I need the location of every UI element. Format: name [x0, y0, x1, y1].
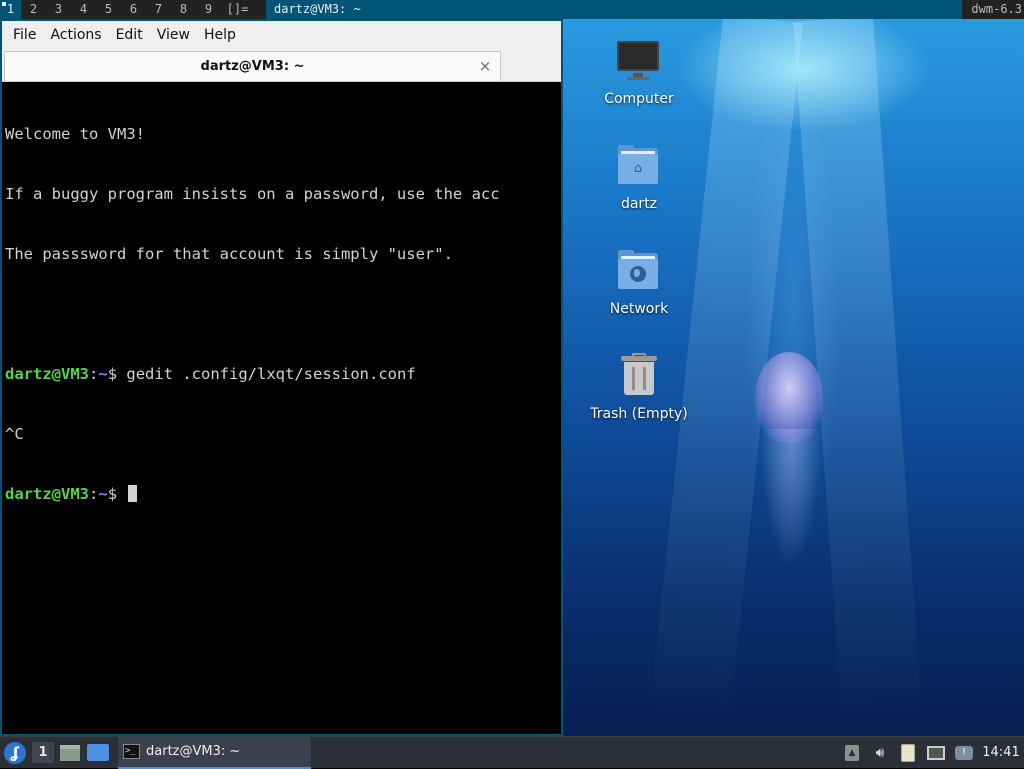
- dwm-layout-symbol[interactable]: []=: [221, 0, 254, 19]
- dwm-tag-2[interactable]: 2: [21, 0, 46, 19]
- tray-notifications[interactable]: !: [950, 737, 978, 769]
- show-desktop-icon: [87, 744, 109, 761]
- dwm-tag-7[interactable]: 7: [146, 0, 171, 19]
- tray-network[interactable]: [922, 737, 950, 769]
- prompt-separator: :: [89, 485, 99, 503]
- volume-icon: 🔊︎: [875, 745, 885, 761]
- tray-volume[interactable]: 🔊︎: [866, 737, 894, 769]
- menu-file[interactable]: File: [6, 21, 43, 49]
- dwm-tag-8[interactable]: 8: [171, 0, 196, 19]
- dwm-tag-9[interactable]: 9: [196, 0, 221, 19]
- terminal-line: ^C: [5, 425, 24, 443]
- taskbar-task-terminal[interactable]: >_ dartz@VM3: ~: [118, 736, 311, 769]
- terminal-output[interactable]: Welcome to VM3! If a buggy program insis…: [2, 83, 561, 734]
- computer-icon: [615, 37, 663, 85]
- quicklaunch-show-desktop[interactable]: [84, 737, 112, 769]
- arrow-up-icon: ▲: [845, 745, 859, 761]
- terminal-prompt-line: dartz@VM3:~$: [5, 484, 561, 504]
- desktop-icon-trash[interactable]: Trash (Empty): [579, 352, 699, 422]
- jellyfish-tentacles: [761, 429, 821, 569]
- prompt-path: ~: [98, 365, 108, 383]
- quicklaunch-file-manager[interactable]: [56, 737, 84, 769]
- terminal-command: gedit .config/lxqt/session.conf: [126, 365, 416, 383]
- menu-help[interactable]: Help: [197, 21, 243, 49]
- desktop-icon-label: Trash (Empty): [590, 406, 688, 422]
- terminal-line: Welcome to VM3!: [5, 125, 145, 143]
- terminal-tab[interactable]: dartz@VM3: ~ ×: [4, 51, 501, 81]
- prompt-user: dartz@VM3: [5, 485, 89, 503]
- home-folder-icon: ⌂: [615, 142, 663, 190]
- desktop-icon-label: dartz: [620, 196, 658, 212]
- system-tray: ▲ 🔊︎ ! 14:41: [838, 737, 1024, 769]
- desktop-icon-computer[interactable]: Computer: [579, 37, 699, 107]
- prompt-separator: :: [89, 365, 99, 383]
- dwm-tag-4[interactable]: 4: [71, 0, 96, 19]
- clock[interactable]: 14:41: [978, 737, 1024, 769]
- dwm-window-title: dartz@VM3: ~: [266, 0, 962, 19]
- prompt-dollar: $: [107, 365, 127, 383]
- app-menu-button[interactable]: ʆ: [0, 737, 30, 769]
- dwm-tag-5[interactable]: 5: [96, 0, 121, 19]
- close-icon[interactable]: ×: [476, 57, 494, 75]
- notification-icon: !: [955, 746, 973, 760]
- terminal-prompt-line: dartz@VM3:~$ gedit .config/lxqt/session.…: [5, 364, 561, 384]
- terminal-icon: >_: [123, 744, 140, 759]
- tray-updates[interactable]: ▲: [838, 737, 866, 769]
- jellyfish: [755, 352, 823, 442]
- terminal-line: The passsword for that account is simply…: [5, 245, 453, 263]
- prompt-dollar: $: [107, 485, 127, 503]
- dwm-status-bar: 1 2 3 4 5 6 7 8 9 []= dartz@VM3: ~ dwm-6…: [0, 0, 1024, 19]
- prompt-path: ~: [98, 485, 108, 503]
- terminal-menubar: File Actions Edit View Help: [2, 21, 561, 49]
- desktop-number: 1: [32, 742, 54, 763]
- prompt-user: dartz@VM3: [5, 365, 89, 383]
- lxqt-logo-icon: ʆ: [4, 741, 26, 764]
- desktop-icon-label: Computer: [604, 91, 674, 107]
- file-manager-icon: [60, 744, 80, 761]
- dwm-tag-3[interactable]: 3: [46, 0, 71, 19]
- desktop-switcher[interactable]: 1: [30, 737, 56, 769]
- menu-view[interactable]: View: [150, 21, 197, 49]
- desktop-icon-network[interactable]: Network: [579, 247, 699, 317]
- network-folder-icon: [615, 247, 663, 295]
- task-label: dartz@VM3: ~: [146, 744, 241, 759]
- terminal-window[interactable]: File Actions Edit View Help dartz@VM3: ~…: [0, 19, 563, 736]
- dwm-tag-1[interactable]: 1: [0, 0, 21, 19]
- terminal-tabbar: dartz@VM3: ~ ×: [2, 49, 561, 82]
- dwm-tag-6[interactable]: 6: [121, 0, 146, 19]
- dwm-status-text: dwm-6.3: [971, 2, 1022, 16]
- desktop-icon-label: Network: [609, 301, 669, 317]
- clipboard-icon: [901, 744, 915, 762]
- taskbar: ʆ 1 >_ dartz@VM3: ~ ▲ 🔊︎ ! 14:41: [0, 736, 1024, 769]
- menu-edit[interactable]: Edit: [109, 21, 150, 49]
- desktop-icon-home[interactable]: ⌂ dartz: [579, 142, 699, 212]
- terminal-tab-title: dartz@VM3: ~: [200, 59, 305, 74]
- desktop-wallpaper[interactable]: Computer ⌂ dartz Network Trash (Empty): [563, 19, 1024, 736]
- terminal-line: If a buggy program insists on a password…: [5, 185, 500, 203]
- network-icon: [927, 746, 945, 760]
- trash-icon: [615, 352, 663, 400]
- menu-actions[interactable]: Actions: [43, 21, 108, 49]
- tray-clipboard[interactable]: [894, 737, 922, 769]
- text-cursor: [128, 485, 138, 502]
